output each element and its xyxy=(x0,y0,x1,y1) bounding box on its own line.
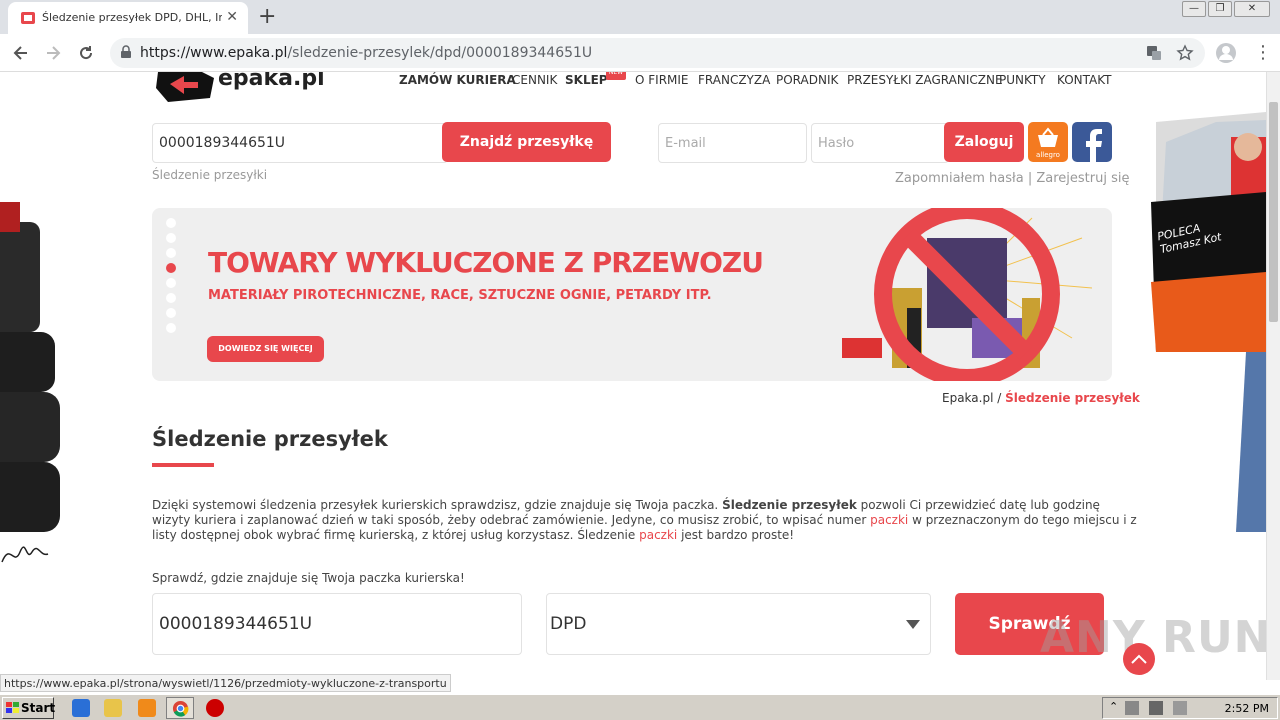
nav-franczyza[interactable]: FRANCZYZA xyxy=(698,73,770,87)
nav-o-firmie[interactable]: O FIRMIE xyxy=(635,73,689,87)
new-tab-icon[interactable]: + xyxy=(258,4,276,29)
account-links: Zapomniałem hasła | Zarejestruj się xyxy=(895,171,1130,186)
back-arrow-icon[interactable] xyxy=(12,44,30,62)
windows-taskbar: Start ⌃ 2:52 PM xyxy=(0,694,1280,720)
maximize-button[interactable]: ❐ xyxy=(1208,1,1232,17)
title-underline xyxy=(152,463,214,467)
nav-punkty[interactable]: PUNKTY xyxy=(999,73,1046,87)
nav-przesylki-zagraniczne[interactable]: PRZESYŁKI ZAGRANICZNE xyxy=(847,73,1003,87)
tab-close-icon[interactable]: ✕ xyxy=(226,9,238,25)
clock: 2:52 PM xyxy=(1224,702,1269,715)
slider-dot[interactable] xyxy=(166,248,176,258)
bookmark-star-icon[interactable] xyxy=(1176,44,1194,62)
check-tracking-input[interactable]: 0000189344651U xyxy=(152,593,522,655)
facebook-button[interactable] xyxy=(1072,122,1112,162)
network-icon[interactable] xyxy=(1125,701,1139,715)
slider-dot[interactable] xyxy=(166,308,176,318)
nav-zamow-kuriera[interactable]: ZAMÓW KURIERA xyxy=(399,73,516,87)
folder-icon[interactable] xyxy=(104,699,122,717)
fireworks-prohibited-icon xyxy=(842,208,1093,381)
login-button[interactable]: Zaloguj xyxy=(944,122,1024,162)
signature-decoration xyxy=(1,546,49,563)
web-page: POLECA Tomasz Kot epaka.pl ZAMÓW KURIERA… xyxy=(0,72,1280,680)
forward-arrow-icon[interactable] xyxy=(44,44,62,62)
logo-text[interactable]: epaka.pl xyxy=(218,72,325,91)
ie-icon[interactable] xyxy=(72,699,90,717)
forgot-password-link[interactable]: Zapomniałem hasła xyxy=(895,171,1024,186)
page-title: Śledzenie przesyłek xyxy=(152,427,388,451)
slider-dot[interactable] xyxy=(166,278,176,288)
volume-icon[interactable] xyxy=(1149,701,1163,715)
slider-dot[interactable] xyxy=(166,323,176,333)
tracking-hint: Śledzenie przesyłki xyxy=(152,168,268,182)
tracking-number-input[interactable]: 0000189344651U xyxy=(152,123,448,163)
banner-subtitle: MATERIAŁY PIROTECHNICZNE, RACE, SZTUCZNE… xyxy=(208,288,712,303)
carrier-select[interactable]: DPD xyxy=(546,593,931,655)
breadcrumb-home[interactable]: Epaka.pl xyxy=(942,391,993,405)
chrome-taskbar-item[interactable] xyxy=(166,697,194,719)
promo-banner[interactable]: TOWARY WYKLUCZONE Z PRZEWOZU MATERIAŁY P… xyxy=(152,208,1112,381)
nav-cennik[interactable]: CENNIK xyxy=(512,73,557,87)
nav-poradnik[interactable]: PORADNIK xyxy=(776,73,838,87)
nav-sklep[interactable]: SKLEP xyxy=(565,73,608,87)
flag-icon[interactable] xyxy=(1173,701,1187,715)
media-player-icon[interactable] xyxy=(138,699,156,717)
allegro-label: allegro xyxy=(1036,151,1060,159)
scroll-top-icon[interactable] xyxy=(1122,642,1156,676)
paczki-link[interactable]: paczki xyxy=(870,513,908,527)
breadcrumb: Epaka.pl / Śledzenie przesyłek xyxy=(942,391,1140,405)
warning-app-icon[interactable] xyxy=(206,699,224,717)
browser-toolbar: https://www.epaka.pl/sledzenie-przesylek… xyxy=(0,34,1280,72)
start-button[interactable]: Start xyxy=(2,697,55,719)
slider-dot[interactable] xyxy=(166,218,176,228)
chrome-icon xyxy=(172,700,189,717)
lock-icon xyxy=(121,45,131,58)
paczki-link[interactable]: paczki xyxy=(639,528,677,542)
menu-kebab-icon[interactable]: ⋮ xyxy=(1254,42,1272,63)
slider-dot[interactable] xyxy=(166,293,176,303)
page-scrollbar[interactable] xyxy=(1266,72,1280,680)
email-input[interactable]: E-mail xyxy=(658,123,807,163)
system-tray: ⌃ 2:52 PM xyxy=(1102,697,1278,719)
epaka-favicon-icon xyxy=(21,12,35,24)
basket-icon xyxy=(1038,127,1058,147)
check-label: Sprawdź, gdzie znajduje się Twoja paczka… xyxy=(152,571,465,585)
car-door-decoration xyxy=(1151,112,1266,532)
password-input[interactable]: Hasło xyxy=(811,123,949,163)
tires-decoration xyxy=(0,202,60,532)
windows-logo-icon xyxy=(6,702,19,713)
tab-title: Śledzenie przesyłek DPD, DHL, InPost xyxy=(42,11,222,24)
find-parcel-button[interactable]: Znajdź przesyłkę xyxy=(442,122,611,162)
new-badge: NEW xyxy=(606,72,626,80)
status-bar-url: https://www.epaka.pl/strona/wyswietl/112… xyxy=(0,674,451,692)
banner-title: TOWARY WYKLUCZONE Z PRZEWOZU xyxy=(208,246,764,279)
tab-strip: Śledzenie przesyłek DPD, DHL, InPost ✕ +… xyxy=(0,0,1280,34)
chevron-down-icon xyxy=(906,620,920,629)
description-paragraph: Dzięki systemowi śledzenia przesyłek kur… xyxy=(152,498,1137,542)
address-bar[interactable]: https://www.epaka.pl/sledzenie-przesylek… xyxy=(110,38,1205,68)
browser-tab[interactable]: Śledzenie przesyłek DPD, DHL, InPost ✕ xyxy=(8,2,248,34)
slider-dot[interactable] xyxy=(166,233,176,243)
banner-more-button[interactable]: DOWIEDZ SIĘ WIĘCEJ xyxy=(207,336,324,362)
slider-dot-active[interactable] xyxy=(166,263,176,273)
epaka-logo-icon[interactable] xyxy=(154,72,218,104)
breadcrumb-current: Śledzenie przesyłek xyxy=(1005,391,1140,405)
close-window-button[interactable]: ✕ xyxy=(1234,1,1270,17)
scrollbar-thumb[interactable] xyxy=(1269,102,1278,322)
nav-kontakt[interactable]: KONTAKT xyxy=(1057,73,1112,87)
reload-icon[interactable] xyxy=(77,44,95,62)
profile-avatar-icon[interactable] xyxy=(1215,42,1237,64)
register-link[interactable]: Zarejestruj się xyxy=(1036,171,1129,186)
facebook-icon xyxy=(1086,129,1102,162)
translate-icon[interactable] xyxy=(1146,45,1162,61)
tray-expand-icon[interactable]: ⌃ xyxy=(1109,700,1118,713)
url-text: https://www.epaka.pl/sledzenie-przesylek… xyxy=(140,45,593,61)
allegro-button[interactable]: allegro xyxy=(1028,122,1068,162)
minimize-button[interactable]: — xyxy=(1182,1,1206,17)
